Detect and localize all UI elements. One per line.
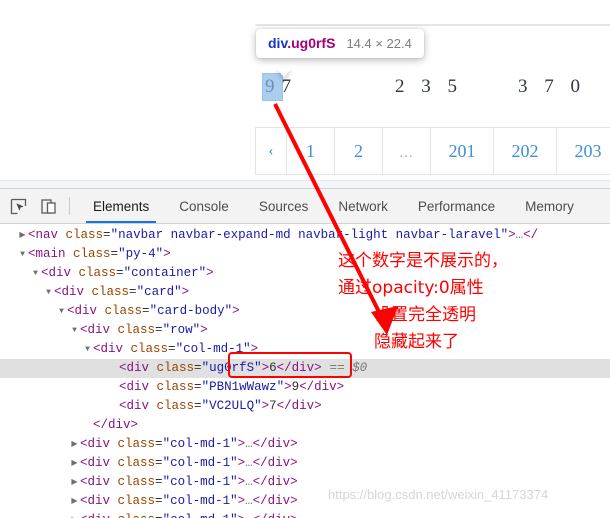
element-inspector-tooltip: div.ug0rfS 14.4 × 22.4 — [256, 29, 424, 58]
chevron-right-icon[interactable] — [69, 473, 80, 492]
dom-row-markup: <div class="card"> — [54, 285, 190, 299]
chevron-down-icon[interactable] — [17, 245, 28, 264]
number-row: 97 2 3 5 3 7 0 — [255, 72, 610, 106]
dom-row[interactable]: <div class="VC2ULQ">7</div> — [0, 397, 610, 416]
dom-row-markup: <div class="col-md-1">…</div> — [80, 456, 298, 470]
chevron-right-icon[interactable] — [69, 492, 80, 511]
chevron-down-icon[interactable] — [56, 302, 67, 321]
chevron-down-icon[interactable] — [43, 283, 54, 302]
dom-row[interactable]: </div> — [0, 416, 610, 435]
dom-row-markup: <div class="PBN1wWawz">9</div> — [119, 380, 345, 394]
dom-row[interactable]: <nav class="navbar navbar-expand-md navb… — [0, 226, 610, 245]
dom-row-markup: <main class="py-4"> — [28, 247, 171, 261]
pagination-item-1[interactable]: 1 — [287, 128, 335, 174]
dom-row-markup: <div class="card-body"> — [67, 304, 240, 318]
toolbar-divider — [69, 197, 70, 215]
dom-row-markup: <div class="row"> — [80, 323, 208, 337]
device-toolbar-icon[interactable] — [33, 191, 63, 221]
pagination-item-202[interactable]: 202 — [494, 128, 557, 174]
dom-row[interactable]: <div class="col-md-1"> — [0, 340, 610, 359]
tab-elements[interactable]: Elements — [78, 189, 164, 223]
annotation-line-2: 通过opacity:0属性 — [338, 278, 484, 298]
annotation-line-3: 设置完全透明 — [374, 305, 476, 325]
dom-row[interactable]: <main class="py-4"> — [0, 245, 610, 264]
dom-row-markup: <div class="col-md-1">…</div> — [80, 475, 298, 489]
dom-row-markup: <div class="container"> — [41, 266, 214, 280]
chevron-right-icon[interactable] — [17, 226, 28, 245]
dom-row-markup: <div class="col-md-1">…</div> — [80, 494, 298, 508]
tab-network[interactable]: Network — [323, 189, 403, 223]
number-group-2: 2 3 5 — [395, 76, 463, 97]
dom-row-markup: <div class="col-md-1">…</div> — [80, 437, 298, 451]
pagination-ellipsis: … — [383, 128, 431, 174]
dom-tree[interactable]: <nav class="navbar navbar-expand-md navb… — [0, 224, 610, 518]
chevron-down-icon[interactable] — [30, 264, 41, 283]
devtools-tabs[interactable]: Elements Console Sources Network Perform… — [78, 189, 589, 223]
dom-row[interactable]: <div class="card"> — [0, 283, 610, 302]
dom-row[interactable]: <div class="row"> — [0, 321, 610, 340]
tab-sources[interactable]: Sources — [244, 189, 324, 223]
number-group-1: 97 — [263, 74, 297, 100]
tab-memory[interactable]: Memory — [510, 189, 589, 223]
pagination-prev[interactable]: ‹ — [256, 128, 287, 174]
pagination-item-2[interactable]: 2 — [335, 128, 383, 174]
chevron-right-icon[interactable] — [69, 435, 80, 454]
dom-row[interactable]: <div class="container"> — [0, 264, 610, 283]
pagination-item-201[interactable]: 201 — [431, 128, 494, 174]
chevron-right-icon[interactable] — [69, 454, 80, 473]
dom-row-markup: <div class="col-md-1"> — [93, 342, 259, 356]
dom-row[interactable]: <div class="col-md-1">…</div> — [0, 454, 610, 473]
dom-row-markup: <nav class="navbar navbar-expand-md navb… — [28, 228, 539, 242]
tooltip-pointer — [276, 68, 292, 77]
inspect-element-icon[interactable] — [3, 191, 33, 221]
pagination-item-203[interactable]: 203 — [557, 128, 610, 174]
dom-row[interactable]: <div class="card-body"> — [0, 302, 610, 321]
dom-row-markup: <div class="col-md-1">…</div> — [80, 511, 298, 518]
tooltip-class-name: .ug0rfS — [287, 35, 336, 51]
chevron-right-icon[interactable] — [69, 511, 80, 518]
dom-row[interactable]: <div class="col-md-1">…</div> — [0, 435, 610, 454]
page-card — [255, 24, 610, 26]
devtools-toolbar: Elements Console Sources Network Perform… — [0, 189, 610, 224]
tab-performance[interactable]: Performance — [403, 189, 510, 223]
dom-row-markup: <div class="VC2ULQ">7</div> — [119, 399, 322, 413]
page-bottom-rule — [0, 180, 610, 188]
annotation-line-1: 这个数字是不展示的， — [338, 251, 508, 271]
tab-console[interactable]: Console — [164, 189, 244, 223]
dom-row[interactable]: <div class="col-md-1">…</div> — [0, 511, 610, 518]
dom-row[interactable]: <div class="PBN1wWawz">9</div> — [0, 378, 610, 397]
chevron-down-icon[interactable] — [69, 321, 80, 340]
dom-row-selected[interactable]: <div class="ug0rfS">6</div> == $0 — [0, 359, 610, 378]
tooltip-tag-name: div — [268, 35, 288, 51]
watermark: https://blog.csdn.net/weixin_41173374 — [328, 487, 549, 502]
chevron-down-icon[interactable] — [82, 340, 93, 359]
devtools-panel: Elements Console Sources Network Perform… — [0, 188, 610, 518]
dom-row-markup: <div class="ug0rfS">6</div> == $0 — [119, 361, 368, 375]
tooltip-selector: div.ug0rfS — [268, 35, 335, 51]
dom-row-markup: </div> — [93, 418, 139, 432]
tooltip-dimensions: 14.4 × 22.4 — [346, 36, 412, 51]
number-group-3: 3 7 0 — [518, 76, 586, 97]
hidden-digit[interactable]: 9 — [263, 74, 282, 100]
visible-digit: 7 — [281, 76, 297, 97]
pagination[interactable]: ‹ 1 2 … 201 202 203 — [255, 127, 610, 175]
annotation-line-4: 隐藏起来了 — [374, 332, 459, 352]
